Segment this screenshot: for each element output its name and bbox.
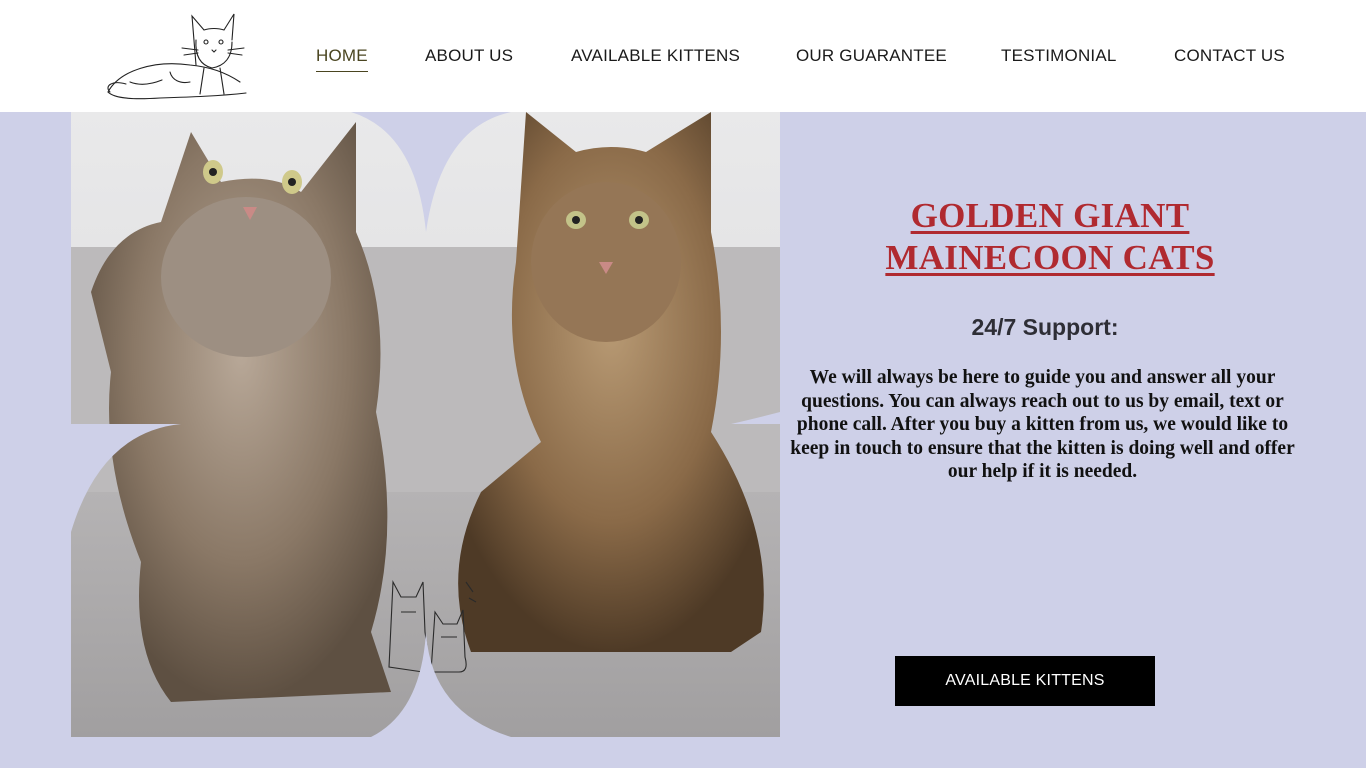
hero-cats-image [71, 112, 780, 737]
site-header: HOME ABOUT US AVAILABLE KITTENS OUR GUAR… [0, 0, 1366, 112]
nav-about-us[interactable]: ABOUT US [425, 46, 513, 66]
available-kittens-button[interactable]: AVAILABLE KITTENS [895, 656, 1155, 706]
site-title: GOLDEN GIANT MAINECOON CATS [830, 195, 1270, 279]
site-title-line2: MAINECOON CATS [885, 238, 1215, 278]
nav-testimonial[interactable]: TESTIMONIAL [1001, 46, 1117, 66]
support-text: We will always be here to guide you and … [790, 367, 1295, 482]
site-title-line1: GOLDEN GIANT [910, 196, 1190, 236]
nav-our-guarantee[interactable]: OUR GUARANTEE [796, 46, 947, 66]
cat-sketch-logo[interactable] [100, 10, 256, 104]
nav-home[interactable]: HOME [316, 46, 368, 72]
nav-contact-us[interactable]: CONTACT US [1174, 46, 1285, 66]
nav-available-kittens[interactable]: AVAILABLE KITTENS [571, 46, 740, 66]
support-heading: 24/7 Support: [971, 314, 1119, 340]
